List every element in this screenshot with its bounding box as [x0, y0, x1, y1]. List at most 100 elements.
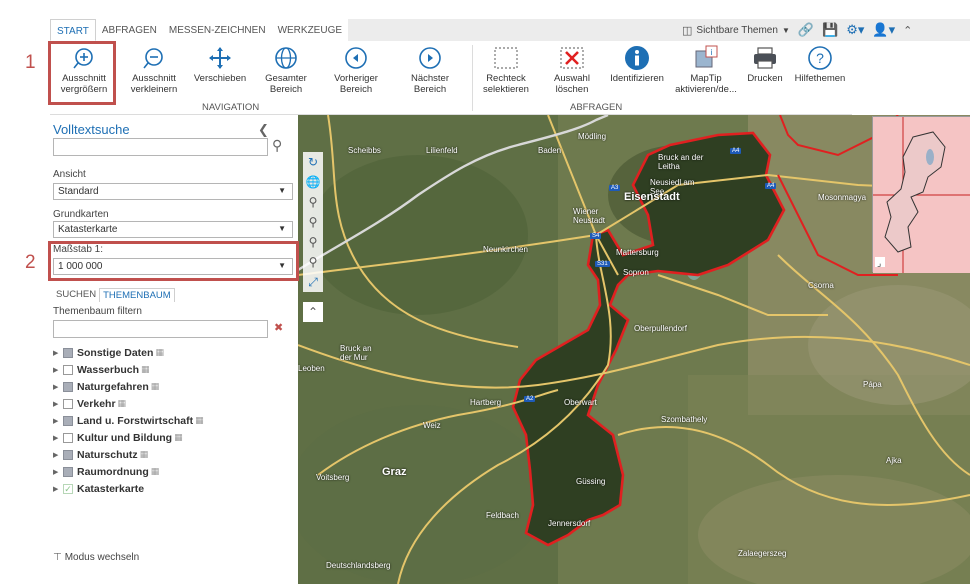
help-button[interactable]: ? Hilfethemen: [790, 45, 850, 84]
expand-icon[interactable]: ▶: [53, 434, 63, 442]
overview-map[interactable]: ⌟: [872, 116, 970, 273]
help-icon: ?: [808, 46, 832, 70]
tree-item[interactable]: ▶ ✓ Katasterkarte: [53, 480, 204, 497]
checkbox[interactable]: [63, 398, 73, 409]
svg-text:?: ?: [816, 50, 824, 66]
tree-item[interactable]: ▶ Wasserbuch ▦: [53, 361, 204, 378]
clear-selection-button[interactable]: Auswahl löschen: [540, 45, 604, 95]
tree-item-label: Katasterkarte: [77, 482, 145, 495]
legend-icon: ▦: [174, 432, 183, 442]
user-icon[interactable]: 👤▾: [872, 22, 895, 38]
tab-abfragen[interactable]: ABFRAGEN: [96, 19, 163, 41]
checkbox[interactable]: [63, 415, 73, 426]
callout-number: 1: [25, 52, 36, 73]
tree-mode-icon: ⊤: [53, 552, 62, 563]
expand-icon[interactable]: ▶: [53, 400, 63, 408]
previous-extent-button[interactable]: Vorheriger Bereich: [324, 45, 388, 95]
print-button[interactable]: Drucken: [740, 45, 790, 84]
tree-item-label: Naturgefahren: [77, 380, 149, 393]
checkbox[interactable]: [63, 381, 73, 392]
grundkarten-select[interactable]: Katasterkarte ▼: [53, 221, 293, 238]
visible-themes-button[interactable]: ◫ Sichtbare Themen ▼: [682, 24, 790, 37]
legend-icon: ▦: [117, 398, 127, 408]
checkbox[interactable]: [63, 466, 73, 477]
filter-label: Themenbaum filtern: [53, 306, 142, 317]
tab-themenbaum[interactable]: THEMENBAUM: [99, 288, 175, 302]
ribbon-tabbar: START ABFRAGEN MESSEN-ZEICHNEN WERKZEUGE…: [50, 19, 970, 41]
link-icon[interactable]: 🔗: [798, 22, 814, 38]
checkbox[interactable]: [63, 432, 73, 443]
pan-button[interactable]: Verschieben: [188, 45, 252, 84]
place-label: Scheibbs: [348, 146, 381, 155]
expand-icon[interactable]: ▶: [53, 366, 63, 374]
identify-button[interactable]: Identifizieren: [605, 45, 669, 84]
clear-filter-icon[interactable]: ✖: [274, 321, 283, 334]
tree-item[interactable]: ▶ Naturschutz ▦: [53, 446, 204, 463]
tab-werkzeuge[interactable]: WERKZEUGE: [272, 19, 348, 41]
expand-icon[interactable]: ▶: [53, 485, 63, 493]
next-extent-button[interactable]: Nächster Bereich: [398, 45, 462, 95]
collapse-panel-icon[interactable]: ❮: [258, 122, 269, 138]
callout-box: [48, 41, 116, 105]
zoom-out-icon[interactable]: ⚲: [309, 214, 318, 230]
ribbon-separator: [472, 45, 473, 111]
chevron-up-icon[interactable]: ⌃: [903, 24, 912, 37]
place-label: Mosonmagya: [818, 193, 867, 202]
expand-icon[interactable]: ▶: [53, 451, 63, 459]
checkbox[interactable]: [63, 449, 73, 460]
callout-number: 2: [25, 252, 36, 273]
expand-icon[interactable]: ▶: [53, 349, 63, 357]
collapse-toolbar-icon[interactable]: ⌃: [303, 302, 323, 322]
place-label: Weiz: [423, 421, 441, 430]
visible-themes-label: Sichtbare Themen: [696, 24, 778, 36]
tree-item[interactable]: ▶ Naturgefahren ▦: [53, 378, 204, 395]
search-icon[interactable]: ⚲: [272, 137, 282, 154]
maptip-label: MapTip aktivieren/de...: [675, 73, 737, 95]
mode-switch-link[interactable]: ⊤ Modus wechseln: [53, 552, 139, 563]
expand-icon[interactable]: ▶: [53, 468, 63, 476]
tab-messen-zeichnen[interactable]: MESSEN-ZEICHNEN: [163, 19, 272, 41]
checkbox[interactable]: [63, 364, 73, 375]
zoom-out-icon[interactable]: ⚲: [309, 254, 318, 270]
full-extent-button[interactable]: Gesamter Bereich: [254, 45, 318, 95]
full-extent-icon[interactable]: ⤢: [308, 274, 318, 290]
place-label: Szombathely: [661, 415, 708, 424]
themenbaum-filter-input[interactable]: [53, 320, 268, 338]
rectangle-select-button[interactable]: Rechteck selektieren: [474, 45, 538, 95]
fulltext-search-input[interactable]: [53, 138, 268, 156]
satellite-map: [298, 115, 970, 584]
left-panel: Volltextsuche ⚲ Ansicht Standard ▼ Grund…: [50, 115, 298, 584]
place-label: Feldbach: [486, 511, 519, 520]
save-icon[interactable]: 💾: [822, 22, 838, 38]
previous-extent-label: Vorheriger Bereich: [334, 73, 378, 95]
map-view[interactable]: Scheibbs Lilienfeld Baden Mödling Bruck …: [298, 115, 970, 584]
ansicht-select[interactable]: Standard ▼: [53, 183, 293, 200]
tree-item[interactable]: ▶ Verkehr ▦: [53, 395, 204, 412]
globe-icon[interactable]: 🌐: [306, 174, 321, 190]
app-root: START ABFRAGEN MESSEN-ZEICHNEN WERKZEUGE…: [0, 0, 970, 584]
zoom-in-icon[interactable]: ⚲: [309, 234, 318, 250]
checkbox[interactable]: ✓: [63, 483, 73, 494]
tree-item[interactable]: ▶ Land u. Forstwirtschaft ▦: [53, 412, 204, 429]
checkbox[interactable]: [63, 347, 73, 358]
gear-icon[interactable]: ⚙▾: [846, 22, 864, 38]
zoom-out-button[interactable]: Ausschnitt verkleinern: [122, 45, 186, 95]
identify-label: Identifizieren: [610, 73, 664, 84]
tree-item[interactable]: ▶ Raumordnung ▦: [53, 463, 204, 480]
clear-selection-label: Auswahl löschen: [554, 73, 590, 95]
place-label: Zalaegerszeg: [738, 549, 787, 558]
svg-text:⌟: ⌟: [877, 259, 881, 269]
tab-suchen[interactable]: SUCHEN: [53, 288, 99, 302]
abfragen-group-label: ABFRAGEN: [570, 102, 623, 113]
full-extent-label: Gesamter Bereich: [265, 73, 307, 95]
tree-item-label: Kultur und Bildung: [77, 431, 173, 444]
maptip-button[interactable]: i MapTip aktivieren/de...: [674, 45, 738, 95]
expand-icon[interactable]: ▶: [53, 383, 63, 391]
refresh-icon[interactable]: ↻: [308, 154, 318, 170]
tree-item-label: Wasserbuch: [77, 363, 140, 376]
expand-icon[interactable]: ▶: [53, 417, 63, 425]
tree-item[interactable]: ▶ Sonstige Daten ▦: [53, 344, 204, 361]
tab-start[interactable]: START: [50, 19, 96, 41]
zoom-in-icon[interactable]: ⚲: [309, 194, 318, 210]
tree-item[interactable]: ▶ Kultur und Bildung ▦: [53, 429, 204, 446]
